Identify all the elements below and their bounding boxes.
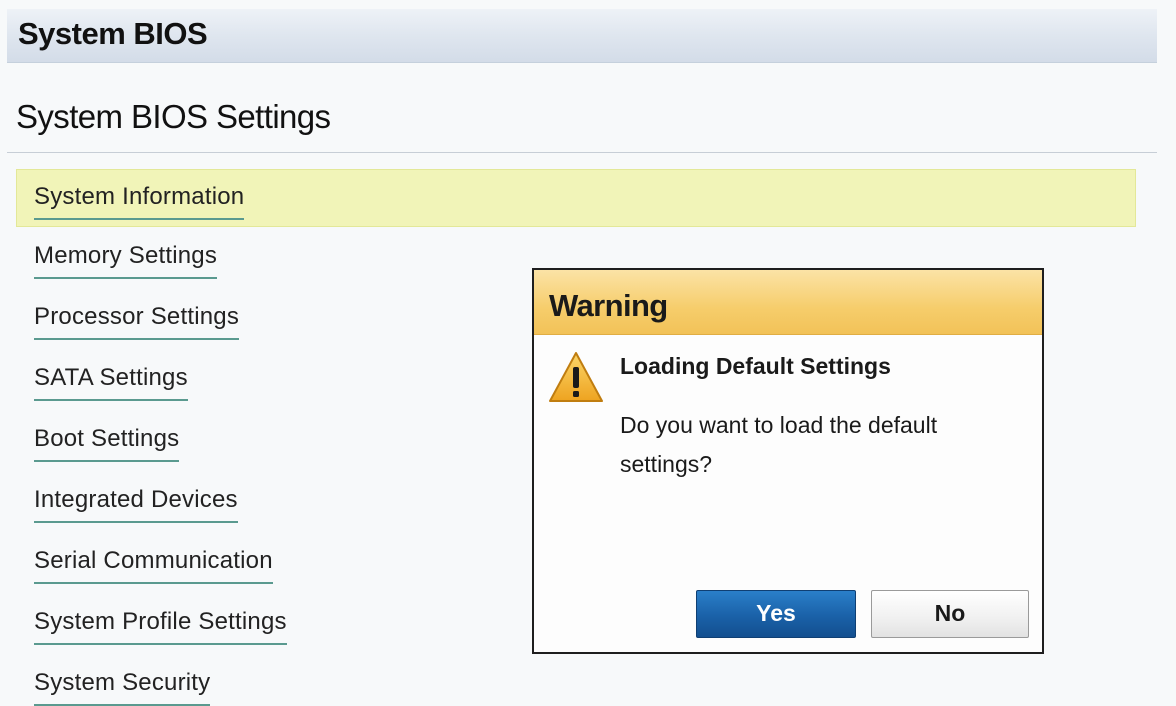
menu-item-label: Processor Settings: [34, 303, 240, 340]
menu-item-label: Integrated Devices: [34, 486, 238, 523]
warning-triangle-icon: [549, 352, 603, 402]
no-button[interactable]: No: [871, 590, 1029, 638]
menu-item-label: System Information: [34, 183, 245, 220]
dialog-header: Warning: [534, 270, 1042, 335]
menu-item-label: System Security: [34, 669, 211, 706]
menu-item-memory-settings[interactable]: Memory Settings: [0, 230, 500, 286]
header-title: System BIOS: [18, 16, 208, 51]
page-title: System BIOS Settings: [16, 98, 331, 135]
dialog-title: Warning: [549, 288, 668, 323]
menu-item-label: System Profile Settings: [34, 608, 287, 645]
menu-item-label: Serial Communication: [34, 547, 273, 584]
menu-item-sata-settings[interactable]: SATA Settings: [0, 352, 500, 408]
menu-item-processor-settings[interactable]: Processor Settings: [0, 291, 500, 347]
title-divider: [7, 152, 1157, 153]
yes-button[interactable]: Yes: [696, 590, 856, 638]
header-bar: System BIOS: [7, 9, 1157, 63]
menu-item-system-profile-settings[interactable]: System Profile Settings: [0, 596, 500, 652]
dialog-heading: Loading Default Settings: [620, 353, 891, 379]
menu-item-serial-communication[interactable]: Serial Communication: [0, 535, 500, 591]
menu-item-system-security[interactable]: System Security: [0, 657, 500, 706]
menu-item-boot-settings[interactable]: Boot Settings: [0, 413, 500, 469]
dialog-message: Do you want to load the default settings…: [620, 412, 938, 477]
menu-item-label: Memory Settings: [34, 242, 218, 279]
menu-item-label: SATA Settings: [34, 364, 188, 401]
menu-item-system-information[interactable]: System Information: [16, 169, 1136, 227]
menu-item-integrated-devices[interactable]: Integrated Devices: [0, 474, 500, 530]
warning-dialog: Warning Loading Default Settings Do you …: [532, 268, 1044, 654]
menu-item-label: Boot Settings: [34, 425, 180, 462]
